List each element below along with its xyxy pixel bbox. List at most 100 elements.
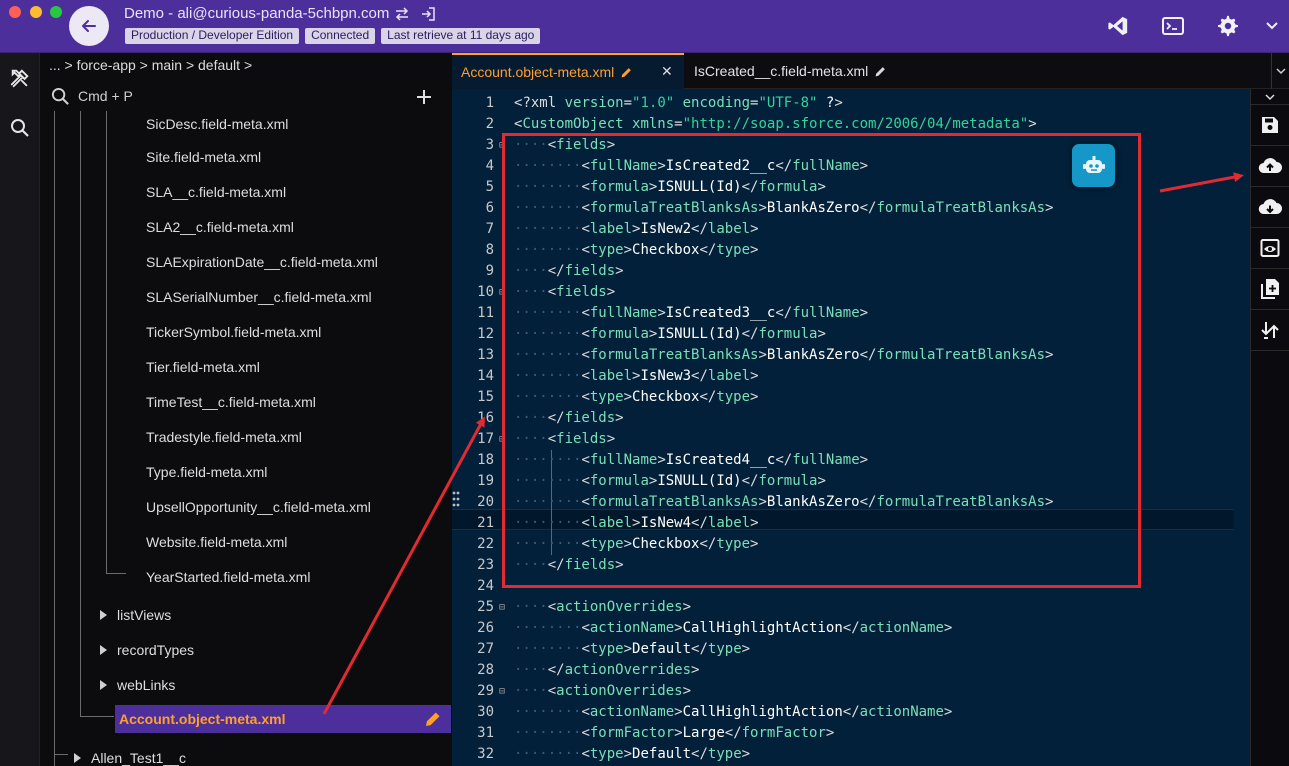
logout-icon[interactable] xyxy=(420,6,436,22)
drag-dots-icon xyxy=(452,491,460,507)
activity-tools[interactable] xyxy=(0,53,40,103)
code-line[interactable]: 29 ⊟ ····<actionOverrides> xyxy=(452,681,1250,702)
last-retrieve-badge: Last retrieve at 11 days ago xyxy=(381,28,541,44)
ai-assistant-button[interactable] xyxy=(1072,144,1115,187)
code-line[interactable]: 25 ⊟ ····<actionOverrides> xyxy=(452,597,1250,618)
caret-right-icon xyxy=(100,644,107,655)
tab-iscreated-field-meta[interactable]: IsCreated__c.field-meta.xml xyxy=(684,53,887,89)
tree-file[interactable]: YearStarted.field-meta.xml xyxy=(146,559,310,594)
add-file-button[interactable] xyxy=(412,85,436,109)
line-number: 24 xyxy=(477,578,494,594)
tab-label: Account.object-meta.xml xyxy=(461,64,615,80)
line-number: 23 xyxy=(477,557,494,573)
activity-search[interactable] xyxy=(0,103,40,153)
tree-file[interactable]: SLA2__c.field-meta.xml xyxy=(146,209,294,244)
close-icon[interactable]: ✕ xyxy=(661,63,673,80)
tree-indent-guide xyxy=(54,754,68,755)
tree-file[interactable]: Site.field-meta.xml xyxy=(146,139,261,174)
visual-studio-icon xyxy=(1107,16,1127,36)
tree-folder-allen-test1[interactable]: Allen_Test1__c xyxy=(74,740,186,766)
terminal-button[interactable] xyxy=(1145,0,1200,52)
edition-badge: Production / Developer Edition xyxy=(125,28,300,44)
tree-file[interactable]: SLAExpirationDate__c.field-meta.xml xyxy=(146,244,378,279)
copy-add-button[interactable] xyxy=(1251,269,1289,310)
toolbar-collapse-button[interactable] xyxy=(1251,89,1289,105)
tree-file[interactable]: SLASerialNumber__c.field-meta.xml xyxy=(146,279,372,314)
breadcrumb[interactable]: ... > force-app > main > default > xyxy=(49,57,252,73)
gear-icon xyxy=(1217,15,1238,37)
code-line[interactable]: 32 ········<type>Default</type> xyxy=(452,744,1250,765)
tree-folder-listviews[interactable]: listViews xyxy=(100,597,171,632)
activity-bar xyxy=(0,53,40,766)
line-number: 6 xyxy=(485,200,494,216)
save-button[interactable] xyxy=(1251,105,1289,146)
tree-folder-weblinks[interactable]: webLinks xyxy=(100,667,175,702)
line-number: 16 xyxy=(477,410,494,426)
org-actions xyxy=(394,6,436,22)
folder-label: webLinks xyxy=(117,676,176,693)
code-line-text: ········<type>Default</type> xyxy=(514,746,751,762)
tab-account-object-meta[interactable]: Account.object-meta.xml ✕ xyxy=(452,53,684,89)
code-line[interactable]: 2 <CustomObject xmlns="http://soap.sforce… xyxy=(452,114,1250,135)
app-window: Demo - ali@curious-panda-5chbpn.com Prod… xyxy=(0,0,1289,766)
compare-icon xyxy=(1261,322,1279,339)
open-in-vscode-button[interactable] xyxy=(1090,0,1145,52)
code-line[interactable]: 26 ········<actionName>CallHighlightActio… xyxy=(452,618,1250,639)
zoom-window-button[interactable] xyxy=(50,6,62,18)
line-number: 25 xyxy=(477,599,494,615)
settings-button[interactable] xyxy=(1200,0,1255,52)
tree-file[interactable]: Tier.field-meta.xml xyxy=(146,349,260,384)
chevron-down-icon xyxy=(1275,68,1286,75)
minimize-window-button[interactable] xyxy=(30,6,42,18)
file-search-input[interactable] xyxy=(78,85,378,107)
line-number: 31 xyxy=(477,725,494,741)
tree-file[interactable]: SLA__c.field-meta.xml xyxy=(146,174,286,209)
window-menu-button[interactable] xyxy=(1255,0,1289,52)
line-number: 10 xyxy=(477,284,494,300)
line-number: 21 xyxy=(477,515,494,531)
line-number: 9 xyxy=(485,263,494,279)
code-line[interactable]: 28 ····</actionOverrides> xyxy=(452,660,1250,681)
code-line-text: ········<type>Default</type> xyxy=(514,641,751,657)
robot-icon xyxy=(1082,155,1105,173)
back-button[interactable] xyxy=(69,6,109,46)
tree-file[interactable]: TimeTest__c.field-meta.xml xyxy=(146,384,316,419)
code-line[interactable]: 31 ········<formFactor>Large</formFactor> xyxy=(452,723,1250,744)
swap-icon[interactable] xyxy=(394,6,410,22)
tree-indent-guide xyxy=(80,716,114,717)
pencil-icon xyxy=(425,712,440,727)
code-line[interactable]: 27 ········<type>Default</type> xyxy=(452,639,1250,660)
code-line[interactable]: 1 <?xml version="1.0" encoding="UTF-8" ?> xyxy=(452,93,1250,114)
tree-file[interactable]: TickerSymbol.field-meta.xml xyxy=(146,314,321,349)
panel-resize-handle[interactable] xyxy=(452,490,460,512)
retrieve-button[interactable] xyxy=(1251,187,1289,228)
folder-label: listViews xyxy=(117,606,172,623)
close-window-button[interactable] xyxy=(9,6,21,18)
org-badges: Production / Developer Edition Connected… xyxy=(125,28,541,44)
code-line[interactable]: 30 ········<actionName>CallHighlightActio… xyxy=(452,702,1250,723)
compare-button[interactable] xyxy=(1251,310,1289,351)
preview-icon xyxy=(1260,239,1280,257)
deploy-button[interactable] xyxy=(1251,146,1289,187)
line-number: 13 xyxy=(477,347,494,363)
line-number: 29 xyxy=(477,683,494,699)
tree-file[interactable]: UpsellOpportunity__c.field-meta.xml xyxy=(146,489,371,524)
tree-file-selected[interactable]: Account.object-meta.xml xyxy=(115,705,451,733)
tree-file[interactable]: Website.field-meta.xml xyxy=(146,524,287,559)
fold-toggle-icon[interactable]: ⊟ xyxy=(499,681,505,702)
code-line-text: <CustomObject xmlns="http://soap.sforce.… xyxy=(514,116,1037,132)
back-arrow-icon xyxy=(82,20,96,32)
fold-toggle-icon[interactable]: ⊟ xyxy=(499,597,505,618)
title-bar: Demo - ali@curious-panda-5chbpn.com Prod… xyxy=(0,0,1289,53)
code-line-text: ····<actionOverrides> xyxy=(514,683,692,699)
tree-file[interactable]: Tradestyle.field-meta.xml xyxy=(146,419,302,454)
tab-label: IsCreated__c.field-meta.xml xyxy=(694,63,869,79)
tabs-menu-button[interactable] xyxy=(1271,53,1289,89)
tree-file[interactable]: Type.field-meta.xml xyxy=(146,454,267,489)
terminal-icon xyxy=(1161,17,1184,35)
chevron-down-icon xyxy=(1265,93,1275,100)
tree-folder-recordtypes[interactable]: recordTypes xyxy=(100,632,194,667)
tree-file[interactable]: SicDesc.field-meta.xml xyxy=(146,111,288,141)
preview-button[interactable] xyxy=(1251,228,1289,269)
line-number: 19 xyxy=(477,473,494,489)
